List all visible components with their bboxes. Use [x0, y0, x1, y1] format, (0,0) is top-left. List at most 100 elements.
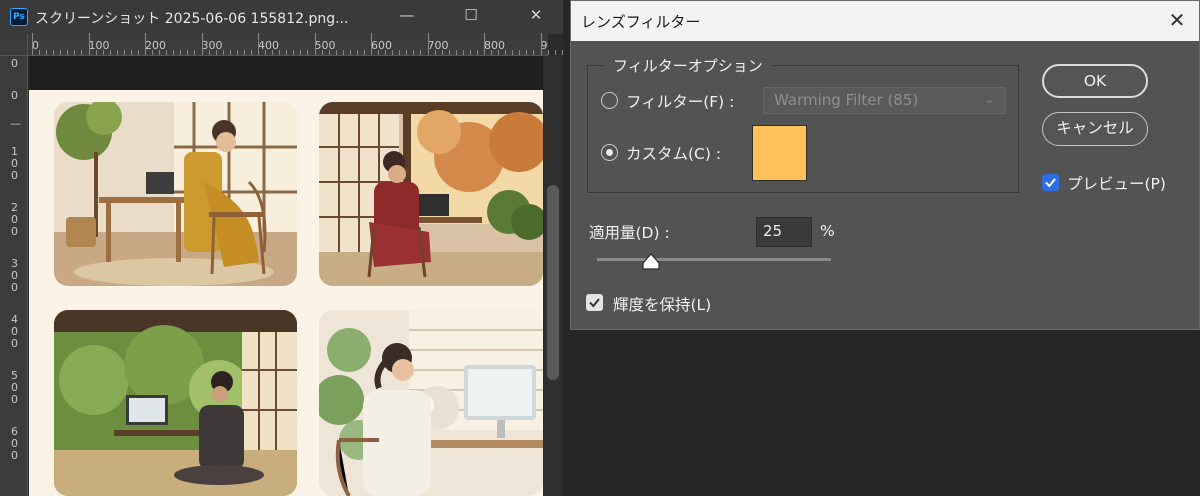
density-slider-thumb[interactable] [641, 253, 660, 270]
ruler-tick [159, 50, 160, 55]
maximize-icon[interactable]: ☐ [457, 5, 485, 27]
ruler-tick [512, 50, 513, 55]
ruler-left-label: 0 [11, 269, 18, 282]
custom-color-swatch[interactable] [752, 125, 807, 181]
ruler-tick [286, 50, 287, 55]
document-title-bar[interactable]: Ps スクリーンショット 2025-06-06 155812.png... — … [0, 0, 563, 34]
ruler-tick [462, 50, 464, 55]
ruler-tick [215, 50, 217, 55]
ruler-tick [279, 50, 280, 55]
ruler-tick [505, 50, 506, 55]
preview-label: プレビュー(P) [1067, 175, 1166, 193]
ruler-left-label: 3 [11, 257, 18, 270]
minimize-icon[interactable]: — [393, 5, 421, 27]
ruler-tick [39, 50, 40, 55]
ruler-tick [363, 50, 365, 55]
cancel-button[interactable]: キャンセル [1042, 112, 1148, 146]
ruler-tick [222, 50, 224, 55]
ruler-top-label: 300 [201, 39, 223, 52]
density-input[interactable]: 25 [756, 217, 812, 247]
ruler-tick [349, 50, 351, 55]
custom-radio[interactable] [601, 144, 618, 161]
close-icon[interactable]: ✕ [1163, 8, 1191, 34]
ruler-tick [116, 50, 118, 55]
ruler-left-label: 0 [11, 449, 18, 462]
ruler-tick [385, 50, 386, 55]
ruler-tick [378, 50, 379, 55]
ruler-tick [356, 50, 358, 55]
ok-button[interactable]: OK [1042, 64, 1148, 98]
vertical-ruler[interactable]: 0 0—1 0 0 2 0 0 3 0 0 4 0 0 5 0 0 6 0 0 [0, 56, 28, 496]
ruler-tick [519, 50, 520, 55]
ruler-tick [258, 33, 259, 55]
ruler-left-label: 0 [11, 437, 18, 450]
ruler-left-label: 0 [11, 213, 18, 226]
ruler-tick [137, 50, 139, 55]
ruler-tick [194, 50, 195, 55]
horizontal-ruler[interactable]: 0 100 200 300 400 500 600 700 800 9 [28, 33, 563, 56]
ruler-corner [0, 34, 28, 56]
ruler-tick [293, 50, 294, 55]
ruler-tick [74, 50, 75, 55]
filter-dropdown[interactable]: Warming Filter (85) [763, 87, 1006, 114]
ruler-left-label: 0 [11, 381, 18, 394]
ruler-top-label: 700 [427, 39, 449, 52]
photo-yellow-kimono-desk [54, 102, 297, 286]
lens-filter-dialog: レンズフィルター ✕ フィルターオプション フィルター(F) : Warming… [570, 0, 1200, 330]
scrollbar-thumb[interactable] [547, 185, 559, 380]
ruler-tick [187, 50, 188, 55]
ruler-top-label: 500 [314, 39, 336, 52]
photo-tatami-room-monitor [54, 310, 297, 496]
ruler-left-label: 0 [11, 225, 18, 238]
preview-checkbox[interactable] [1042, 174, 1059, 191]
image-canvas[interactable] [29, 90, 543, 496]
ruler-tick [265, 50, 266, 55]
ruler-tick [314, 33, 316, 55]
filter-radio-label: フィルター(F) : [626, 93, 735, 111]
ruler-tick [102, 50, 104, 55]
photo-red-kimono-veranda [319, 102, 543, 286]
ruler-tick [484, 33, 485, 55]
ruler-left-label: 0 [11, 393, 18, 406]
filter-radio[interactable] [601, 92, 618, 109]
dialog-title-bar[interactable]: レンズフィルター ✕ [571, 1, 1199, 41]
ruler-tick [392, 50, 393, 55]
ruler-tick [46, 50, 47, 55]
ruler-tick [173, 50, 174, 55]
density-label: 適用量(D) : [589, 224, 670, 242]
ruler-tick [243, 50, 245, 55]
ruler-left-label: 0 [11, 57, 18, 70]
photo-white-blouse-monitor [319, 310, 543, 496]
close-icon[interactable]: ✕ [522, 5, 550, 27]
ruler-tick [152, 50, 153, 55]
document-window: Ps スクリーンショット 2025-06-06 155812.png... — … [0, 0, 563, 496]
ruler-tick [109, 50, 111, 55]
ruler-tick [145, 33, 146, 55]
ruler-left-label: 1 [11, 145, 18, 158]
ruler-tick [406, 50, 407, 55]
ruler-top-label: 400 [258, 39, 279, 52]
dialog-title: レンズフィルター [581, 13, 701, 31]
ruler-left-label: 0 [11, 337, 18, 350]
ruler-tick [455, 50, 457, 55]
ruler-tick [180, 50, 181, 55]
ruler-tick [53, 50, 54, 55]
photoshop-app-icon: Ps [10, 8, 28, 26]
ruler-tick [526, 50, 527, 55]
ruler-left-label: 0 [11, 325, 18, 338]
ruler-tick [123, 50, 125, 55]
density-unit: % [820, 222, 835, 240]
ruler-tick [427, 33, 429, 55]
document-title: スクリーンショット 2025-06-06 155812.png... [35, 11, 349, 27]
ruler-top-label: 200 [145, 39, 166, 52]
ruler-tick [60, 50, 61, 55]
preserve-luminosity-checkbox[interactable] [586, 294, 603, 311]
chevron-down-icon: ⌄ [985, 93, 995, 106]
pasteboard-area [29, 56, 543, 90]
ruler-left-label: 0 [11, 157, 18, 170]
ruler-left-label: 4 [11, 313, 18, 326]
density-slider-track[interactable] [597, 258, 831, 261]
ruler-left-label: 0 [11, 169, 18, 182]
ruler-tick [321, 50, 323, 55]
ruler-tick [250, 50, 252, 55]
